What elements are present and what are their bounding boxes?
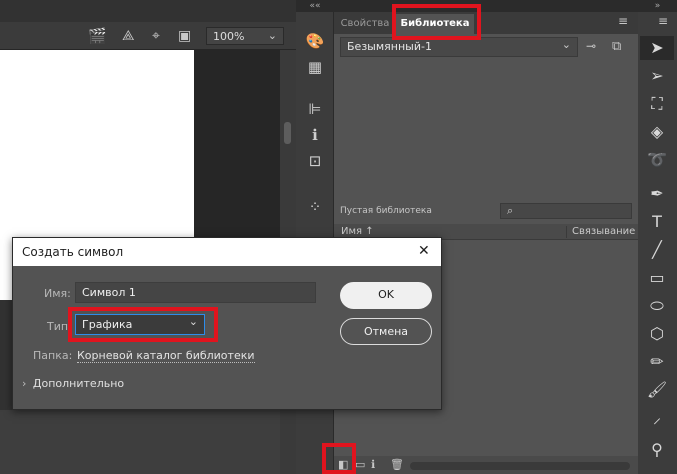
pin-icon[interactable]: ⊸ bbox=[586, 40, 596, 52]
name-label: Имя: bbox=[44, 287, 71, 300]
library-empty-label: Пустая библиотека bbox=[340, 206, 432, 216]
3d-rotation-tool-icon[interactable]: ◈ bbox=[640, 120, 674, 144]
panel-menu-icon[interactable]: ≡ bbox=[618, 15, 628, 27]
bottom-strip bbox=[0, 410, 280, 474]
type-select[interactable]: Графика ⌄ bbox=[75, 314, 205, 335]
clapper-icon[interactable]: 🎬 bbox=[88, 29, 107, 44]
lasso-tool-icon[interactable]: ➰ bbox=[640, 148, 674, 172]
cancel-button[interactable]: Отмена bbox=[340, 318, 432, 345]
tab-library[interactable]: Библиотека bbox=[396, 14, 474, 34]
swatches-icon[interactable]: ▦ bbox=[302, 56, 328, 78]
symbol-icon[interactable]: ⟁ bbox=[122, 29, 135, 43]
close-icon[interactable]: ✕ bbox=[418, 243, 430, 259]
info-icon[interactable]: ℹ bbox=[302, 124, 328, 146]
library-select[interactable]: Безымянный-1 ⌄ bbox=[340, 37, 578, 57]
new-symbol-icon[interactable]: ◧ bbox=[338, 459, 348, 470]
type-select-value: Графика bbox=[82, 318, 133, 331]
scroll-thumb[interactable] bbox=[284, 122, 291, 144]
pen-tool-icon[interactable]: ✒ bbox=[640, 182, 674, 206]
type-label: Тип: bbox=[47, 320, 72, 333]
zoom-value: 100% bbox=[213, 30, 245, 43]
trash-icon[interactable]: 🗑 bbox=[390, 459, 404, 470]
column-linkage[interactable]: Связывание bbox=[572, 226, 635, 237]
brush-tool-icon[interactable]: ⸝ bbox=[640, 406, 674, 430]
tab-library-label: Библиотека bbox=[400, 18, 470, 29]
text-tool-icon[interactable]: T bbox=[640, 210, 674, 234]
dialog-title: Создать символ bbox=[22, 245, 124, 259]
motion-presets-icon[interactable]: ⁘ bbox=[302, 196, 328, 218]
pencil-tool-icon[interactable]: ✏ bbox=[640, 350, 674, 374]
clip-icon[interactable]: ▣ bbox=[178, 29, 191, 43]
rectangle-tool-icon[interactable]: ▭ bbox=[640, 266, 674, 290]
cancel-button-label: Отмена bbox=[363, 325, 409, 338]
panel-collapse-bar[interactable]: «« bbox=[296, 0, 334, 12]
library-hscroll[interactable] bbox=[410, 462, 630, 470]
tools-top-bar: » bbox=[638, 0, 677, 12]
column-name[interactable]: Имя ↑ bbox=[341, 226, 374, 237]
oval-tool-icon[interactable]: ⬭ bbox=[640, 294, 674, 318]
folder-label: Папка: bbox=[33, 349, 73, 362]
ok-button[interactable]: OK bbox=[340, 282, 432, 309]
sort-arrow-icon: ↑ bbox=[365, 226, 374, 237]
advanced-label: Дополнительно bbox=[32, 377, 125, 390]
search-icon: ⌕ bbox=[507, 204, 514, 217]
subselection-tool-icon[interactable]: ➢ bbox=[640, 64, 674, 88]
paint-brush-tool-icon[interactable]: 🖌 bbox=[640, 378, 674, 402]
line-tool-icon[interactable]: ╱ bbox=[640, 238, 674, 262]
palette-icon[interactable]: 🎨 bbox=[302, 30, 328, 52]
zoom-select[interactable]: 100% ⌄ bbox=[206, 27, 284, 45]
new-folder-icon[interactable]: ▭ bbox=[355, 459, 365, 470]
folder-link[interactable]: Корневой каталог библиотеки bbox=[77, 349, 255, 363]
polystar-tool-icon[interactable]: ⬡ bbox=[640, 322, 674, 346]
column-name-label: Имя bbox=[341, 226, 363, 237]
chevron-right-icon: › bbox=[22, 377, 27, 390]
chevron-down-icon: ⌄ bbox=[561, 38, 571, 51]
transform-icon[interactable]: ⊡ bbox=[302, 150, 328, 172]
tools-menu-icon[interactable]: ≡ bbox=[658, 15, 668, 27]
panel-top-bar bbox=[334, 0, 638, 12]
library-select-value: Безымянный-1 bbox=[347, 40, 432, 53]
tab-properties-label: Свойства bbox=[340, 18, 390, 29]
symbol-name-input[interactable]: Символ 1 bbox=[75, 282, 316, 303]
symbol-name-value: Символ 1 bbox=[82, 286, 136, 299]
chevron-down-icon: ⌄ bbox=[267, 29, 277, 42]
column-divider bbox=[566, 226, 567, 238]
free-transform-tool-icon[interactable]: ⛶ bbox=[640, 92, 674, 116]
library-preview bbox=[334, 58, 638, 198]
chevron-down-icon: ⌄ bbox=[188, 315, 198, 328]
bone-tool-icon[interactable]: ⚲ bbox=[640, 438, 674, 462]
tab-properties[interactable]: Свойства bbox=[338, 14, 392, 34]
ok-button-label: OK bbox=[378, 288, 394, 301]
library-search-input[interactable]: ⌕ bbox=[500, 203, 632, 219]
selection-tool-icon[interactable]: ➤ bbox=[640, 36, 674, 60]
advanced-toggle[interactable]: › Дополнительно bbox=[22, 377, 124, 390]
align-icon[interactable]: ⊫ bbox=[302, 98, 328, 120]
center-stage-icon[interactable]: ⌖ bbox=[152, 29, 160, 43]
properties-icon[interactable]: ℹ bbox=[371, 459, 375, 470]
new-library-panel-icon[interactable]: ⧉ bbox=[612, 40, 621, 53]
